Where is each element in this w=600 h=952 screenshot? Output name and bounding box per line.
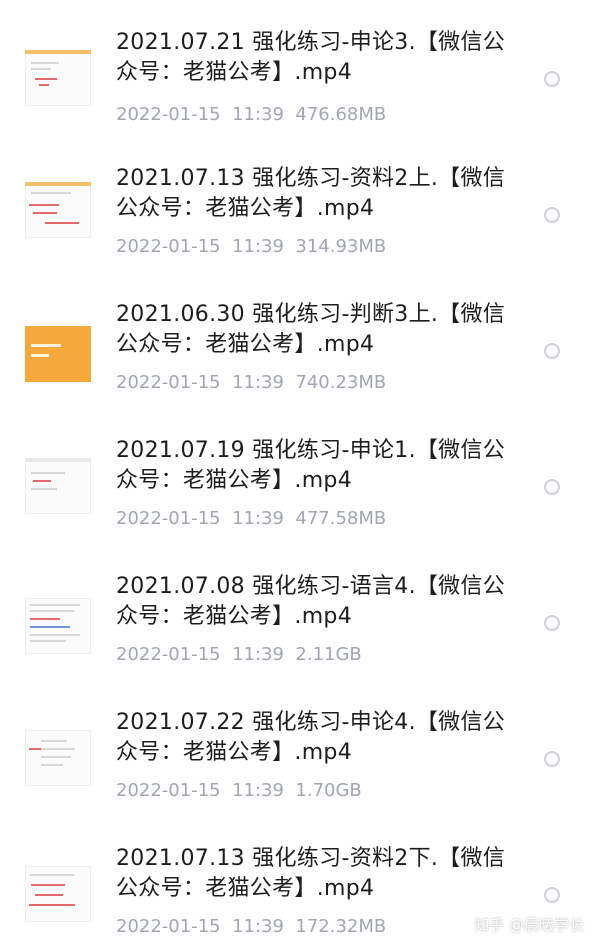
- file-meta: 2022-01-15 11:39 2.11GB: [116, 644, 362, 666]
- file-date: 2022-01-15: [116, 104, 221, 125]
- file-time: 11:39: [232, 104, 284, 125]
- file-item[interactable]: 2021.06.30 强化练习-判断3上.【微信公众号：老猫公考】.mp4 20…: [0, 272, 600, 408]
- file-meta: 2022-01-15 11:39 476.68MB: [116, 104, 386, 126]
- file-title: 2021.07.08 强化练习-语言4.【微信公众号：老猫公考】.mp4: [116, 574, 506, 629]
- file-size: 740.23MB: [295, 372, 387, 393]
- file-item[interactable]: 2021.07.13 强化练习-资料2上.【微信公众号：老猫公考】.mp4 20…: [0, 136, 600, 272]
- file-title: 2021.07.13 强化练习-资料2上.【微信公众号：老猫公考】.mp4: [116, 166, 506, 221]
- video-thumbnail: [25, 866, 91, 922]
- file-item[interactable]: 2021.07.22 强化练习-申论4.【微信公众号：老猫公考】.mp4 202…: [0, 680, 600, 816]
- file-size: 314.93MB: [295, 236, 387, 257]
- file-title: 2021.07.21 强化练习-申论3.【微信公众号：老猫公考】.mp4: [116, 30, 506, 85]
- file-title: 2021.06.30 强化练习-判断3上.【微信公众号：老猫公考】.mp4: [116, 302, 506, 357]
- file-title: 2021.07.22 强化练习-申论4.【微信公众号：老猫公考】.mp4: [116, 710, 506, 765]
- file-time: 11:39: [232, 372, 284, 393]
- file-meta: 2022-01-15 11:39 477.58MB: [116, 508, 386, 530]
- video-thumbnail: [25, 50, 91, 106]
- select-radio[interactable]: [544, 343, 560, 359]
- file-size: 477.58MB: [295, 508, 387, 529]
- video-thumbnail: [25, 182, 91, 238]
- select-radio[interactable]: [544, 71, 560, 87]
- file-item[interactable]: 2021.07.21 强化练习-申论3.【微信公众号：老猫公考】.mp4 202…: [0, 0, 600, 136]
- select-radio[interactable]: [544, 887, 560, 903]
- video-thumbnail: [25, 598, 91, 654]
- file-date: 2022-01-15: [116, 780, 221, 801]
- file-item[interactable]: 2021.07.19 强化练习-申论1.【微信公众号：老猫公考】.mp4 202…: [0, 408, 600, 544]
- file-date: 2022-01-15: [116, 372, 221, 393]
- video-thumbnail: [25, 458, 91, 514]
- video-thumbnail: [25, 730, 91, 786]
- file-date: 2022-01-15: [116, 916, 221, 937]
- video-thumbnail: [25, 326, 91, 382]
- file-title: 2021.07.13 强化练习-资料2下.【微信公众号：老猫公考】.mp4: [116, 846, 506, 901]
- file-date: 2022-01-15: [116, 236, 221, 257]
- file-time: 11:39: [232, 236, 284, 257]
- file-size: 2.11GB: [295, 644, 362, 665]
- file-time: 11:39: [232, 644, 284, 665]
- file-title: 2021.07.19 强化练习-申论1.【微信公众号：老猫公考】.mp4: [116, 438, 506, 493]
- file-size: 1.70GB: [295, 780, 362, 801]
- file-size: 172.32MB: [295, 916, 387, 937]
- file-meta: 2022-01-15 11:39 1.70GB: [116, 780, 362, 802]
- file-item[interactable]: 2021.07.08 强化练习-语言4.【微信公众号：老猫公考】.mp4 202…: [0, 544, 600, 680]
- file-date: 2022-01-15: [116, 644, 221, 665]
- file-meta: 2022-01-15 11:39 172.32MB: [116, 916, 386, 938]
- file-meta: 2022-01-15 11:39 314.93MB: [116, 236, 386, 258]
- file-date: 2022-01-15: [116, 508, 221, 529]
- select-radio[interactable]: [544, 751, 560, 767]
- watermark: 知乎 @晨曦学长: [474, 916, 584, 934]
- file-size: 476.68MB: [295, 104, 387, 125]
- file-time: 11:39: [232, 780, 284, 801]
- file-meta: 2022-01-15 11:39 740.23MB: [116, 372, 386, 394]
- file-time: 11:39: [232, 916, 284, 937]
- select-radio[interactable]: [544, 479, 560, 495]
- select-radio[interactable]: [544, 207, 560, 223]
- select-radio[interactable]: [544, 615, 560, 631]
- file-time: 11:39: [232, 508, 284, 529]
